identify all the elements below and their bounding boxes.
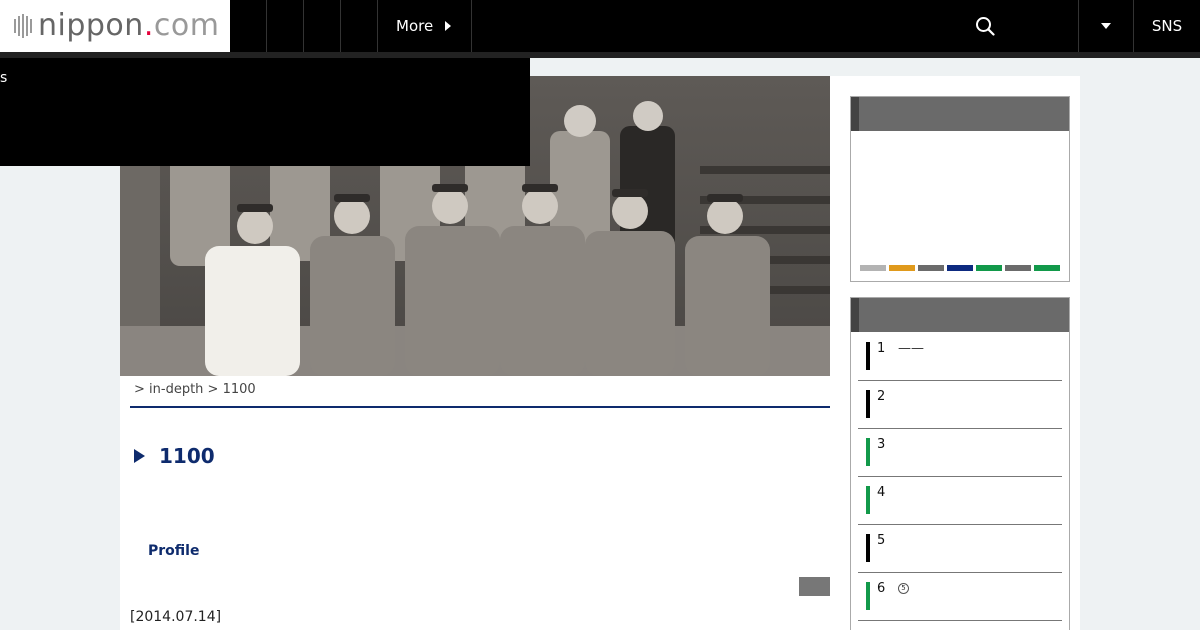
widget-header — [851, 298, 1069, 332]
sns-label: SNS — [1151, 17, 1183, 35]
ranking-number: 2 — [877, 389, 886, 404]
caret-right-icon — [445, 21, 452, 31]
ranking-list: 1 —— 2 3 4 5 6 5 — [858, 333, 1062, 621]
nav-divider — [266, 0, 267, 52]
category-color-swatch[interactable] — [918, 265, 944, 271]
ranking-number: 4 — [877, 485, 886, 500]
logo-bars-icon — [14, 14, 32, 38]
breadcrumb[interactable]: > in-depth > 1100 — [134, 382, 256, 397]
share-button[interactable] — [799, 577, 830, 596]
widget-header — [851, 97, 1069, 131]
caret-down-icon — [1101, 23, 1111, 29]
nav-divider — [340, 0, 341, 52]
ranking-item[interactable]: 5 — [858, 525, 1062, 573]
category-color-bar — [860, 265, 1060, 271]
category-color-swatch[interactable] — [889, 265, 915, 271]
ranking-title: —— — [898, 341, 924, 356]
nav-more-button[interactable]: More — [378, 0, 472, 52]
logo-text: nippon.com — [38, 11, 219, 41]
ranking-item[interactable]: 3 — [858, 429, 1062, 477]
ranking-number: 5 — [877, 533, 886, 548]
category-color-swatch[interactable] — [1034, 265, 1060, 271]
category-color-swatch[interactable] — [976, 265, 1002, 271]
ranking-category-bar — [866, 438, 870, 466]
sidebar-widget-featured — [850, 96, 1070, 282]
search-button[interactable] — [966, 8, 1004, 44]
ranking-item[interactable]: 2 — [858, 381, 1062, 429]
triangle-right-icon — [134, 449, 145, 463]
nav-dropdown-menu: s — [0, 58, 530, 166]
article-date: [2014.07.14] — [130, 609, 222, 625]
dropdown-item-partial[interactable]: s — [0, 70, 7, 86]
language-dropdown-button[interactable] — [1079, 0, 1133, 52]
category-color-swatch[interactable] — [1005, 265, 1031, 271]
ranking-category-bar — [866, 390, 870, 418]
site-header: nippon.com More SNS — [0, 0, 1200, 52]
ranking-number: 6 — [877, 581, 886, 596]
ranking-item[interactable]: 4 — [858, 477, 1062, 525]
sidebar-widget-ranking: 1 —— 2 3 4 5 6 5 — [850, 297, 1070, 630]
article-title-row: 1100 — [134, 444, 215, 468]
ranking-item[interactable]: 1 —— — [858, 333, 1062, 381]
ranking-item[interactable]: 65 — [858, 573, 1062, 621]
search-icon — [976, 17, 995, 36]
category-color-swatch[interactable] — [947, 265, 973, 271]
logo-tld: com — [153, 8, 220, 43]
profile-link[interactable]: Profile — [148, 543, 199, 559]
logo-name: nippon — [38, 8, 144, 43]
ranking-number: 3 — [877, 437, 886, 452]
ranking-number: 1 — [877, 341, 886, 356]
site-logo[interactable]: nippon.com — [0, 0, 230, 52]
nav-more-label: More — [396, 17, 434, 35]
circled-number-icon: 5 — [898, 583, 909, 594]
breadcrumb-rule — [130, 406, 830, 408]
ranking-category-bar — [866, 582, 870, 610]
nav-divider — [303, 0, 304, 52]
sns-button[interactable]: SNS — [1134, 0, 1200, 52]
ranking-category-bar — [866, 534, 870, 562]
page-title: 1100 — [159, 444, 215, 468]
ranking-category-bar — [866, 342, 870, 370]
category-color-swatch[interactable] — [860, 265, 886, 271]
ranking-category-bar — [866, 486, 870, 514]
logo-dot: . — [143, 8, 154, 43]
